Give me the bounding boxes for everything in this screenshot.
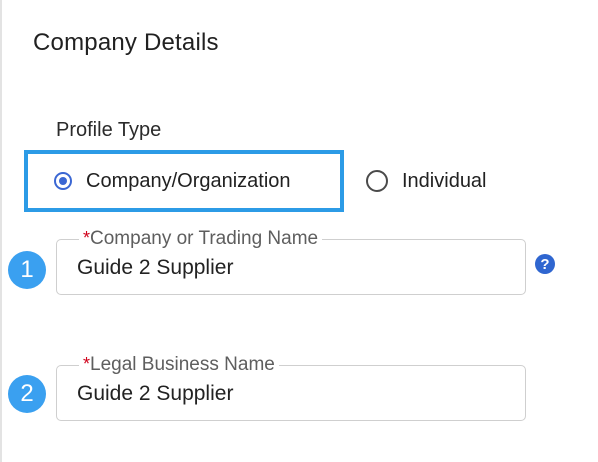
company-trading-name-field[interactable]: *Company or Trading Name Guide 2 Supplie…: [56, 226, 526, 295]
radio-option-company-organization[interactable]: Company/Organization: [54, 150, 291, 212]
legal-business-name-input-value[interactable]: Guide 2 Supplier: [77, 381, 233, 407]
left-divider: [0, 0, 2, 462]
legal-business-name-label: *Legal Business Name: [79, 352, 279, 377]
step-badge-1: 1: [8, 251, 46, 289]
required-asterisk: *: [83, 354, 91, 374]
step-badge-2: 2: [8, 375, 46, 413]
legal-business-name-field[interactable]: *Legal Business Name Guide 2 Supplier: [56, 352, 526, 421]
radio-unchecked-icon[interactable]: [366, 170, 388, 192]
profile-type-radio-group: Company/Organization Individual: [24, 150, 584, 212]
section-title: Company Details: [33, 29, 219, 56]
radio-checked-icon[interactable]: [54, 172, 72, 190]
field-label-text: Company or Trading Name: [90, 228, 319, 249]
question-circle-icon[interactable]: ?: [535, 254, 555, 274]
company-trading-name-label: *Company or Trading Name: [79, 226, 323, 251]
radio-label-company-organization: Company/Organization: [86, 169, 291, 192]
company-trading-name-input-value[interactable]: Guide 2 Supplier: [77, 255, 233, 281]
profile-type-label: Profile Type: [56, 119, 162, 141]
field-label-text: Legal Business Name: [90, 354, 275, 375]
radio-label-individual: Individual: [402, 169, 487, 192]
required-asterisk: *: [83, 228, 91, 248]
radio-option-individual[interactable]: Individual: [366, 150, 487, 212]
